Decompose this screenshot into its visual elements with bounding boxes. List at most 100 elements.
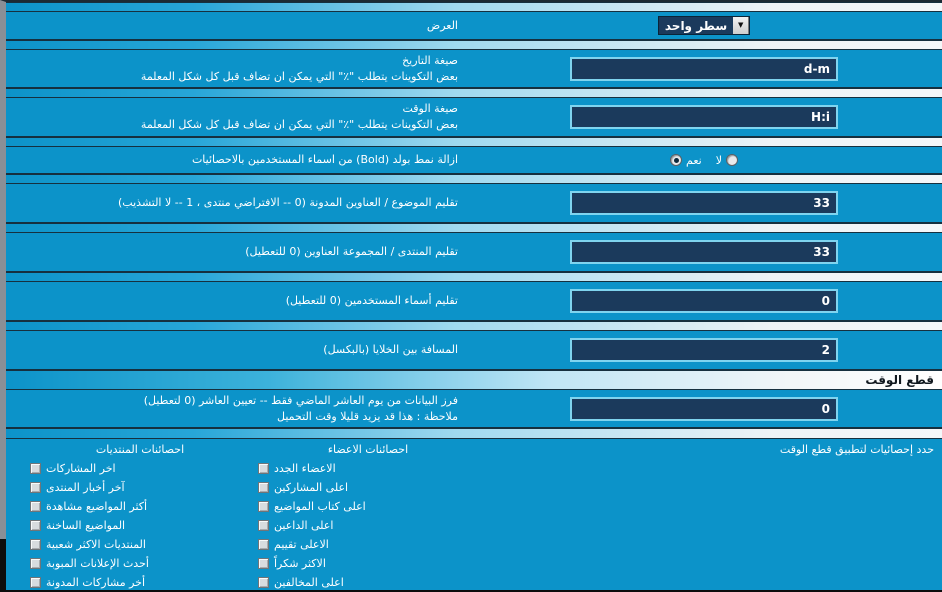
stats-column-forums-title: احصائنات المنتديات [95,443,185,456]
stats-column-members: احصائنات الاعضاء الاعضاء الجدد اعلى المش… [254,439,482,590]
row-time-format: صيغة الوقت بعض التكوينات يتطلب "٪" التي … [6,98,942,137]
time-format-hint: بعض التكوينات يتطلب "٪" التي يمكن ان تضا… [140,118,458,131]
checkbox-label[interactable]: آخر أخبار المنتدى [46,481,125,494]
separator-6 [6,272,942,282]
checkbox-row[interactable]: أحدث الإعلانات المبوبة [30,554,250,573]
stats-columns: احصائنات الاعضاء الاعضاء الجدد اعلى المش… [6,439,482,590]
checkbox-icon[interactable] [30,520,41,531]
separator-5 [6,223,942,233]
date-format-hint: بعض التكوينات يتطلب "٪" التي يمكن ان تضا… [140,69,458,83]
checkbox-icon[interactable] [30,558,41,569]
display-select-value[interactable]: سطر واحد [658,17,734,34]
checkbox-row[interactable]: آخر أخبار المنتدى [30,478,250,497]
row-trim-usernames: تقليم أسماء المستخدمين (0 للتعطيل) [6,282,942,321]
trim-topic-cell [466,191,942,215]
checkbox-icon[interactable] [258,577,269,588]
trim-forum-input[interactable] [570,240,838,264]
section-header-timecut: قطع الوقت [6,370,942,390]
cell-spacing-cell [466,338,942,362]
chevron-down-icon[interactable]: ▼ [733,17,750,34]
display-label: العرض [426,18,458,32]
checkbox-icon[interactable] [30,539,41,550]
checkbox-label[interactable]: اعلى الداعين [274,519,333,532]
checkbox-icon[interactable] [258,520,269,531]
stats-column-members-title: احصائنات الاعضاء [327,443,409,456]
checkbox-row[interactable]: المواضيع الساخنة [30,516,250,535]
trim-usernames-input[interactable] [570,289,838,313]
checkbox-label[interactable]: الاعلى تقييم [274,538,329,551]
timecut-sort-desc: فرز البيانات من يوم العاشر الماضي فقط --… [6,393,466,425]
timecut-sort-cell [466,396,942,421]
checkbox-icon[interactable] [258,482,269,493]
cell-spacing-input[interactable] [570,338,838,362]
checkbox-label[interactable]: المنتديات الاكثر شعبية [46,538,146,551]
checkbox-icon[interactable] [30,577,41,588]
separator-3 [6,137,942,147]
checkbox-row[interactable]: اعلى المخالفين [258,573,478,592]
trim-forum-label: تقليم المنتدى / المجموعة العناوين (0 للت… [245,245,458,259]
checkbox-row[interactable]: اخر المشاركات [30,459,250,478]
stats-column-forums: احصائنات المنتديات اخر المشاركات آخر أخب… [26,439,254,590]
radio-yes[interactable] [670,154,683,166]
settings-page: ▼ سطر واحد العرض صيغة التاريخ بعض التكوي… [0,0,942,590]
timecut-sort-input[interactable] [570,396,838,421]
time-format-cell [466,105,942,129]
remove-bold-label: ازالة نمط بولد (Bold) من اسماء المستخدمي… [191,153,458,167]
checkbox-icon[interactable] [258,501,269,512]
row-display: ▼ سطر واحد العرض [6,12,942,40]
date-format-input[interactable] [570,56,838,81]
checkbox-icon[interactable] [30,482,41,493]
date-format-label: صيغة التاريخ [402,53,458,67]
checkbox-label[interactable]: أحدث الإعلانات المبوبة [46,557,149,570]
checkbox-label[interactable]: الاعضاء الجدد [274,462,336,475]
row-cell-spacing: المسافة بين الخلايا (بالبكسل) [6,331,942,370]
checkbox-icon[interactable] [258,539,269,550]
checkbox-label[interactable]: الاكثر شكراً [274,557,326,570]
trim-topic-label: تقليم الموضوع / العناوين المدونة (0 -- ا… [118,196,458,210]
time-format-desc: صيغة الوقت بعض التكوينات يتطلب "٪" التي … [6,101,466,133]
checkbox-row[interactable]: أكثر المواضيع مشاهدة [30,497,250,516]
checkbox-label[interactable]: اعلى المشاركين [274,481,348,494]
remove-bold-yes[interactable]: نعم [670,154,702,167]
checkbox-row[interactable]: الاعضاء الجدد [258,459,478,478]
checkbox-row[interactable]: اعلى الداعين [258,516,478,535]
date-format-desc: صيغة التاريخ بعض التكوينات يتطلب "٪" الت… [6,53,466,85]
checkbox-row[interactable]: المنتديات الاكثر شعبية [30,535,250,554]
checkbox-row[interactable]: الاعلى تقييم [258,535,478,554]
checkbox-row[interactable]: أخر مشاركات المدونة [30,573,250,592]
checkbox-label[interactable]: المواضيع الساخنة [46,519,125,532]
trim-usernames-cell [466,289,942,313]
checkbox-icon[interactable] [30,501,41,512]
checkbox-row[interactable]: اعلى كتاب المواضيع [258,497,478,516]
checkbox-label[interactable]: اخر المشاركات [46,462,116,475]
checkbox-icon[interactable] [30,463,41,474]
checkbox-row[interactable]: الاكثر شكراً [258,554,478,573]
checkbox-label[interactable]: أكثر المواضيع مشاهدة [46,500,147,513]
checkbox-row[interactable]: اعلى المشاركين [258,478,478,497]
timecut-apply-block: حدد إحصائيات لتطبيق قطع الوقت احصائنات ا… [6,439,942,590]
timecut-sort-note: ملاحظة : هذا قد يزيد قليلا وقت التحميل [277,409,458,423]
checkbox-label[interactable]: أخر مشاركات المدونة [46,576,145,589]
time-format-label: صيغة الوقت [402,102,458,116]
display-select[interactable]: ▼ سطر واحد [657,16,751,35]
timecut-apply-label: حدد إحصائيات لتطبيق قطع الوقت [779,443,934,456]
checkbox-label[interactable]: اعلى المخالفين [274,576,344,589]
trim-topic-input[interactable] [570,191,838,215]
section-header-timecut-label: قطع الوقت [865,373,934,387]
separator-4 [6,174,942,184]
time-format-input[interactable] [570,105,838,129]
checkbox-label[interactable]: اعلى كتاب المواضيع [274,500,366,513]
remove-bold-no[interactable]: لا [716,154,738,167]
remove-bold-yes-label[interactable]: نعم [686,154,702,167]
row-remove-bold: لا نعم ازالة نمط بولد (Bold) من اسماء ال… [6,147,942,174]
date-format-cell [466,56,942,81]
remove-bold-no-label[interactable]: لا [716,154,722,167]
checkbox-icon[interactable] [258,558,269,569]
radio-no[interactable] [726,154,738,166]
separator-2 [6,88,942,98]
remove-bold-radiogroup: لا نعم [670,154,738,167]
separator-7 [6,321,942,331]
timecut-sort-label: فرز البيانات من يوم العاشر الماضي فقط --… [143,393,458,407]
checkbox-icon[interactable] [258,463,269,474]
trim-forum-cell [466,240,942,264]
